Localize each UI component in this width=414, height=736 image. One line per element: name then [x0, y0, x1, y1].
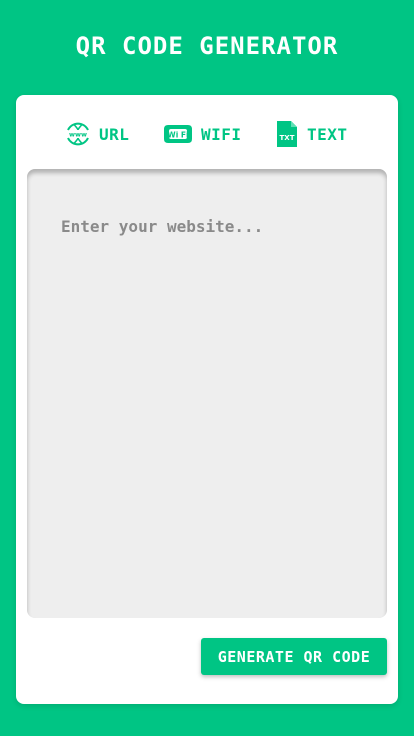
- website-input[interactable]: [61, 217, 353, 586]
- svg-text:TXT: TXT: [280, 134, 295, 142]
- txt-file-icon: TXT: [275, 120, 299, 148]
- wifi-icon: Wi Fi: [163, 121, 193, 147]
- tab-url-label: URL: [99, 124, 130, 144]
- tab-url[interactable]: www URL: [65, 119, 129, 149]
- type-tabs: www URL Wi Fi WIFI TXT TEXT: [16, 119, 398, 149]
- svg-text:www: www: [69, 131, 87, 139]
- tab-wifi[interactable]: Wi Fi WIFI: [163, 119, 242, 149]
- svg-text:Wi Fi: Wi Fi: [167, 130, 188, 139]
- tab-text[interactable]: TXT TEXT: [275, 119, 348, 149]
- generator-card: www URL Wi Fi WIFI TXT TEXT Enter your w…: [16, 95, 398, 704]
- tab-wifi-label: WIFI: [201, 124, 242, 144]
- generate-qr-button[interactable]: GENERATE QR CODE: [201, 638, 387, 675]
- page-title: QR CODE GENERATOR: [75, 32, 339, 60]
- input-panel: [27, 169, 387, 618]
- www-globe-icon: www: [65, 121, 91, 147]
- tab-text-label: TEXT: [307, 124, 348, 144]
